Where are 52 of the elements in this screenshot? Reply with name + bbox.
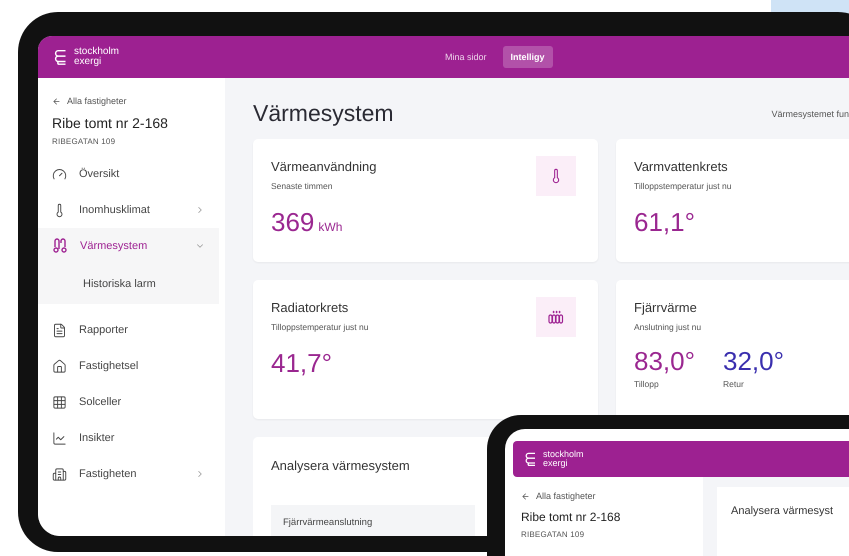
nav-tab[interactable]: Mina sidor <box>437 46 495 68</box>
back-link-label: Alla fastigheter <box>536 491 596 501</box>
radiator-icon <box>548 310 564 324</box>
stat-value: 61,1° <box>634 207 696 238</box>
property-address: RIBEGATAN 109 <box>521 530 586 539</box>
logo-text: stockholm exergi <box>74 47 120 67</box>
nav-subitem[interactable]: Historiska larm <box>38 264 219 304</box>
nav-item[interactable]: Fastighetsel <box>38 348 219 384</box>
back-link[interactable]: Alla fastigheter <box>521 491 703 501</box>
property-name: Ribe tomt nr 2-168 <box>521 510 622 524</box>
property-name: Ribe tomt nr 2-168 <box>52 115 169 131</box>
nav-item[interactable]: Inomhusklimat <box>38 192 219 228</box>
card-title: Analysera värmesyst <box>731 505 834 517</box>
line-chart-icon <box>52 430 67 446</box>
card-title: Radiatorkrets <box>271 300 350 315</box>
card-title: Fjärrvärme <box>634 300 698 315</box>
back-arrow-icon <box>521 492 530 500</box>
building-icon <box>52 466 67 482</box>
card-subtitle: Senaste timmen <box>271 181 334 191</box>
document-icon <box>52 322 67 338</box>
card-title: Analysera värmesystem <box>271 458 410 473</box>
card-title: Varmvattenkrets <box>634 159 729 174</box>
logo-text: stockholm exergi <box>543 450 584 468</box>
gauge-icon <box>52 166 67 182</box>
stat-value: 369 <box>271 207 314 238</box>
nav-item[interactable]: Solceller <box>38 384 219 420</box>
card-title: Värmeanvändning <box>271 159 378 174</box>
card-subtitle: Tilloppstemperatur just nu <box>634 181 732 191</box>
nav-item[interactable]: Rapporter <box>38 312 219 348</box>
analysis-row[interactable]: Fjärrvärmeanslutning <box>271 505 475 536</box>
stat-value: 32,0° <box>723 346 784 377</box>
back-link[interactable]: Alla fastigheter <box>52 96 225 106</box>
stat-label: Tillopp <box>634 379 660 389</box>
nav-item[interactable]: Insikter <box>38 420 219 456</box>
property-address: RIBEGATAN 109 <box>52 137 116 146</box>
stat-unit: kWh <box>318 220 342 234</box>
status-text: Värmesystemet fun <box>771 108 849 118</box>
grid-icon <box>52 394 67 410</box>
stat-label: Retur <box>723 379 745 389</box>
nav-item[interactable]: Översikt <box>38 156 219 192</box>
nav-item[interactable]: Fastigheten <box>38 456 219 492</box>
stat-value: 83,0° <box>634 346 696 377</box>
nav-tab[interactable]: Intelligy <box>502 46 553 68</box>
pipes-icon <box>52 238 68 254</box>
back-link-label: Alla fastigheter <box>67 96 127 106</box>
card-subtitle: Anslutning just nu <box>634 322 702 332</box>
house-icon <box>52 358 67 374</box>
stat-value: 41,7° <box>271 348 332 379</box>
card-subtitle: Tilloppstemperatur just nu <box>271 322 370 332</box>
page-title: Värmesystem <box>253 100 394 127</box>
back-arrow-icon <box>52 96 61 106</box>
nav-item[interactable]: Värmesystem <box>38 228 219 264</box>
